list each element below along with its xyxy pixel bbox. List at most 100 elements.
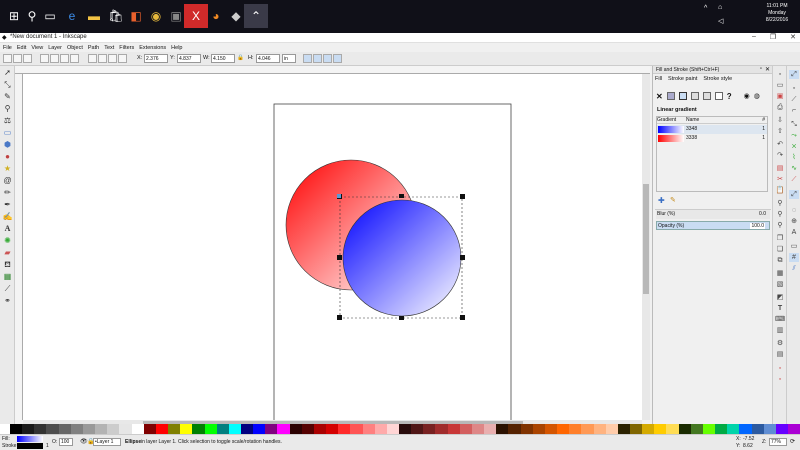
snap-toggle-icon[interactable]: ⤢ — [789, 70, 799, 79]
swatch[interactable] — [775, 424, 788, 434]
swatch[interactable] — [70, 424, 83, 434]
snap-others-icon[interactable]: ⤢ — [789, 190, 799, 199]
stroke-width-value[interactable]: 1 — [46, 443, 49, 449]
spray-tool-icon[interactable]: ✺ — [2, 236, 13, 246]
swatch-none[interactable] — [0, 424, 10, 434]
dock-minimize-icon[interactable]: ▫ — [760, 66, 762, 72]
canvas[interactable] — [23, 74, 642, 420]
swatch[interactable] — [557, 424, 570, 434]
swatch[interactable] — [82, 424, 96, 434]
swatch[interactable] — [301, 424, 314, 434]
tab-stroke-style[interactable]: Stroke style — [703, 76, 732, 85]
open-icon[interactable]: ▭ — [775, 81, 785, 90]
scale-corners-toggle[interactable] — [313, 54, 322, 63]
copy-icon[interactable]: ▤ — [775, 164, 785, 173]
swatch[interactable] — [34, 424, 47, 434]
up-arrow-icon[interactable]: ⌃ — [244, 4, 268, 28]
menu-path[interactable]: Path — [88, 45, 99, 51]
new-document-button[interactable] — [3, 54, 12, 63]
flat-color-icon[interactable] — [666, 92, 675, 100]
zoom-tool-icon[interactable]: ⚲ — [2, 104, 13, 114]
snap-text-baseline-icon[interactable]: A — [789, 228, 799, 237]
snap-guide-icon[interactable]: ⫽ — [789, 264, 799, 273]
file-explorer-icon[interactable]: ▬ — [82, 4, 106, 28]
cut-icon[interactable]: ✂ — [775, 175, 785, 184]
tab-stroke-paint[interactable]: Stroke paint — [668, 76, 697, 85]
swatch[interactable] — [119, 424, 132, 434]
preferences-icon[interactable]: ⚙ — [775, 339, 785, 348]
swatch[interactable] — [496, 424, 509, 434]
zoom-selection-icon[interactable]: ⚲ — [775, 199, 785, 208]
volume-icon[interactable]: ◁ — [718, 17, 723, 25]
gradient-tool-icon[interactable]: ▦ — [2, 272, 13, 282]
menu-object[interactable]: Object — [67, 45, 83, 51]
rotate-cw-button[interactable] — [50, 54, 59, 63]
open-document-button[interactable] — [13, 54, 22, 63]
swatch[interactable] — [581, 424, 594, 434]
text-font-icon[interactable]: T — [775, 304, 785, 313]
swatch[interactable] — [666, 424, 679, 434]
ellipse-tool-icon[interactable]: ● — [2, 152, 13, 162]
swatch[interactable] — [593, 424, 606, 434]
swatch[interactable] — [180, 424, 193, 434]
stroke-indicator-swatch[interactable] — [17, 443, 43, 449]
swatch[interactable] — [629, 424, 643, 434]
swatch[interactable] — [605, 424, 618, 434]
paint-bucket-tool-icon[interactable]: ⛾ — [2, 260, 13, 270]
tweak-tool-icon[interactable]: ✎ — [2, 92, 13, 102]
star-tool-icon[interactable]: ★ — [2, 164, 13, 174]
snap-page-icon[interactable]: ▭ — [789, 242, 799, 251]
snap-bbox-corners-icon[interactable]: ⌐ — [789, 106, 799, 115]
eraser-tool-icon[interactable]: ▰ — [2, 248, 13, 258]
swatch[interactable] — [168, 424, 181, 434]
unlink-clone-icon[interactable]: ⧉ — [775, 256, 785, 265]
menu-file[interactable]: File — [3, 45, 12, 51]
close-button[interactable]: ✕ — [790, 33, 796, 41]
swatch[interactable] — [374, 424, 387, 434]
swatch[interactable] — [544, 424, 558, 434]
swatch[interactable] — [715, 424, 728, 434]
swatch[interactable] — [313, 424, 327, 434]
swatch[interactable] — [569, 424, 582, 434]
task-view-icon[interactable]: ▭ — [38, 4, 62, 28]
minimize-button[interactable]: – — [752, 33, 756, 41]
duplicate-icon[interactable]: ❐ — [775, 234, 785, 243]
spiral-tool-icon[interactable]: @ — [2, 176, 13, 186]
menu-extensions[interactable]: Extensions — [139, 45, 166, 51]
zoom-drawing-icon[interactable]: ⚲ — [775, 210, 785, 219]
blur-slider[interactable]: Blur (%) 0.0 — [656, 210, 770, 219]
swatch[interactable] — [532, 424, 545, 434]
text-tool-icon[interactable]: A — [2, 224, 13, 234]
swatch[interactable] — [289, 424, 302, 434]
maximize-button[interactable]: ❐ — [770, 33, 776, 41]
swatch[interactable] — [617, 424, 630, 434]
menu-edit[interactable]: Edit — [17, 45, 26, 51]
paste-icon[interactable]: 📋 — [775, 186, 785, 195]
swatch[interactable] — [690, 424, 703, 434]
pencil-tool-icon[interactable]: ✏ — [2, 188, 13, 198]
swatch[interactable] — [143, 424, 156, 434]
transform-patterns-toggle[interactable] — [333, 54, 342, 63]
raise-button[interactable] — [98, 54, 107, 63]
snap-rotation-center-icon[interactable]: ⊕ — [789, 217, 799, 226]
undo-icon[interactable]: ↶ — [775, 140, 785, 149]
taskbar-clock[interactable]: 11:01 PM Monday 8/22/2016 — [760, 3, 794, 24]
selector-tool-icon[interactable]: ➚ — [2, 68, 13, 78]
menu-filters[interactable]: Filters — [119, 45, 134, 51]
swatch[interactable] — [520, 424, 533, 434]
snap-cusp-icon[interactable]: ⌇ — [789, 153, 799, 162]
swatch[interactable] — [751, 424, 764, 434]
fill-indicator-swatch[interactable] — [17, 436, 43, 442]
swatch[interactable] — [471, 424, 485, 434]
ungroup-icon[interactable]: ▧ — [775, 280, 785, 289]
unset-paint-icon[interactable]: ? — [727, 92, 732, 101]
snap-grid-icon[interactable]: # — [789, 253, 799, 262]
zoom-field[interactable]: 77% — [769, 438, 787, 446]
swatch[interactable] — [253, 424, 266, 434]
snap-smooth-icon[interactable]: ∿ — [789, 164, 799, 173]
extra2-icon[interactable]: ▫ — [775, 375, 785, 384]
snap-nodes-icon[interactable]: ⤡ — [789, 120, 799, 129]
3d-box-tool-icon[interactable]: ⬢ — [2, 140, 13, 150]
node-tool-icon[interactable]: ⤡ — [2, 80, 13, 90]
swatch[interactable] — [216, 424, 229, 434]
